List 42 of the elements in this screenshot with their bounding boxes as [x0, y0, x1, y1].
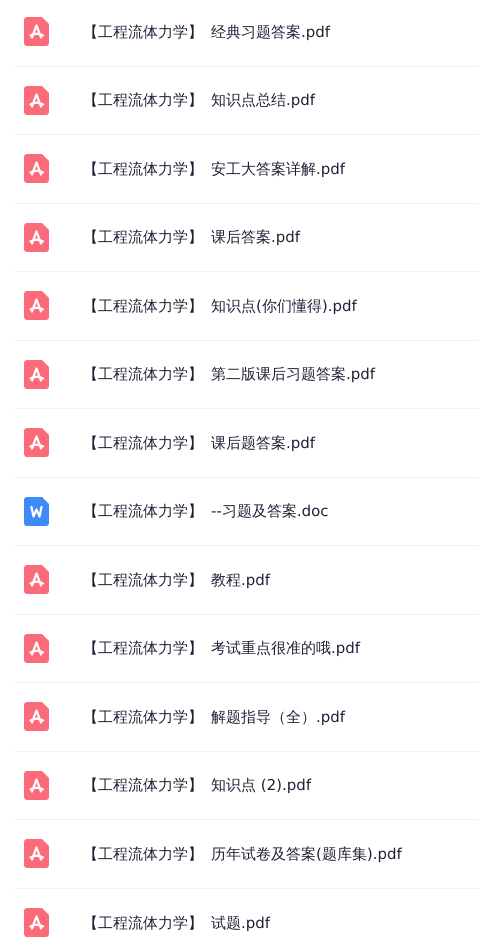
- file-name[interactable]: 历年试卷及答案(题库集).pdf: [211, 842, 402, 865]
- file-name[interactable]: 课后答案.pdf: [211, 226, 300, 248]
- pdf-file-icon: [24, 839, 49, 868]
- file-name[interactable]: 知识点总结.pdf: [211, 89, 316, 112]
- pdf-file-icon: [24, 291, 49, 320]
- pdf-file-icon: [24, 17, 49, 46]
- file-category: 【工程流体力学】: [83, 22, 203, 42]
- file-name[interactable]: 经典习题答案.pdf: [211, 20, 330, 43]
- pdf-file-icon: [24, 428, 49, 458]
- file-category: 【工程流体力学】: [83, 775, 203, 796]
- file-category: 【工程流体力学】: [83, 501, 203, 522]
- file-category: 【工程流体力学】: [83, 227, 203, 248]
- file-category: 【工程流体力学】: [83, 158, 203, 180]
- pdf-file-icon: [24, 702, 49, 732]
- pdf-file-icon: [24, 154, 49, 184]
- pdf-file-icon: [24, 908, 49, 938]
- file-category: 【工程流体力学】: [83, 638, 203, 659]
- file-category: 【工程流体力学】: [83, 296, 203, 316]
- word-file-icon: [24, 496, 49, 526]
- pdf-file-icon: [24, 770, 49, 800]
- pdf-file-icon: [24, 565, 49, 594]
- file-name[interactable]: 课后题答案.pdf: [211, 432, 316, 454]
- file-category: 【工程流体力学】: [83, 912, 203, 934]
- pdf-file-icon: [24, 222, 49, 252]
- file-name[interactable]: --习题及答案.doc: [211, 500, 329, 522]
- file-name[interactable]: 试题.pdf: [211, 912, 270, 934]
- pdf-file-icon: [24, 86, 49, 115]
- file-category: 【工程流体力学】: [83, 90, 203, 111]
- file-name[interactable]: 教程.pdf: [211, 568, 270, 591]
- file-name[interactable]: 第二版课后习题答案.pdf: [211, 363, 376, 386]
- file-name[interactable]: 考试重点很准的哦.pdf: [211, 637, 360, 660]
- file-category: 【工程流体力学】: [83, 844, 203, 864]
- file-category: 【工程流体力学】: [83, 570, 203, 590]
- file-category: 【工程流体力学】: [83, 706, 203, 728]
- file-name[interactable]: 知识点 (2).pdf: [211, 774, 312, 796]
- pdf-file-icon: [24, 634, 49, 663]
- file-category: 【工程流体力学】: [83, 432, 203, 454]
- file-name[interactable]: 安工大答案详解.pdf: [211, 158, 346, 180]
- pdf-file-icon: [24, 360, 49, 389]
- file-name[interactable]: 知识点(你们懂得).pdf: [211, 294, 357, 317]
- file-category: 【工程流体力学】: [83, 364, 203, 385]
- file-name[interactable]: 解题指导（全）.pdf: [211, 706, 346, 728]
